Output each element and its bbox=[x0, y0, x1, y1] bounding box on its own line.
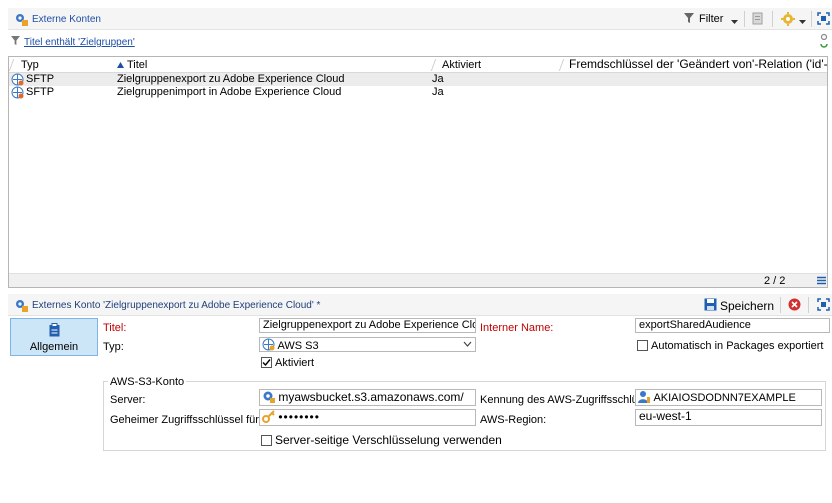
titel-input[interactable]: Zielgruppenexport zu Adobe Experience Cl… bbox=[259, 318, 476, 333]
aws-group-title: AWS-S3-Konto bbox=[108, 376, 187, 388]
toolbar-divider bbox=[772, 11, 773, 27]
sse-label: Server-seitige Verschlüsselung verwenden bbox=[275, 433, 502, 447]
refresh-icon[interactable] bbox=[819, 33, 829, 52]
row-title: Zielgruppenexport zu Adobe Experience Cl… bbox=[117, 73, 345, 85]
toolbar-divider bbox=[811, 11, 812, 27]
row-active: Ja bbox=[432, 86, 444, 98]
gear-icon[interactable] bbox=[780, 11, 796, 30]
column-grip[interactable] bbox=[430, 59, 437, 71]
filter-button[interactable]: Filter bbox=[699, 13, 723, 25]
region-label: AWS-Region: bbox=[480, 414, 547, 426]
general-icon bbox=[49, 323, 60, 340]
internal-name-label: Interner Name: bbox=[480, 322, 554, 334]
filter-caption[interactable]: Titel enthält 'Zielgruppen' bbox=[24, 37, 135, 48]
list-title[interactable]: Externe Konten bbox=[32, 14, 101, 25]
key-icon bbox=[262, 410, 275, 425]
secret-input[interactable]: •••••••• bbox=[259, 409, 476, 426]
filter-icon[interactable] bbox=[684, 12, 694, 27]
aws-id-value: AKIAIOSDODNN7EXAMPLE bbox=[653, 392, 796, 404]
export-icon[interactable] bbox=[752, 12, 764, 28]
sse-checkbox-row[interactable]: Server-seitige Verschlüsselung verwenden bbox=[261, 433, 502, 447]
table-row[interactable]: SFTP Zielgruppenimport in Adobe Experien… bbox=[9, 86, 827, 99]
table-row[interactable]: SFTP Zielgruppenexport zu Adobe Experien… bbox=[9, 73, 827, 86]
pager-count: 2 / 2 bbox=[764, 275, 786, 287]
detail-toolbar: Externes Konto 'Zielgruppenexport zu Ado… bbox=[8, 294, 832, 316]
sftp-icon bbox=[11, 86, 24, 102]
tab-allgemein[interactable]: Allgemein bbox=[10, 318, 98, 356]
typ-select[interactable]: AWS S3 bbox=[259, 337, 476, 352]
tab-label: Allgemein bbox=[29, 341, 79, 353]
row-type: SFTP bbox=[26, 86, 55, 98]
column-header-titel[interactable]: Titel bbox=[127, 59, 147, 71]
menu-icon[interactable] bbox=[817, 276, 826, 288]
external-account-icon bbox=[14, 298, 28, 315]
person-key-icon bbox=[638, 390, 651, 405]
region-input[interactable]: eu-west-1 bbox=[635, 409, 822, 426]
server-icon bbox=[262, 390, 275, 405]
column-header-typ[interactable]: Typ bbox=[21, 59, 39, 71]
auto-packages-checkbox-row[interactable]: Automatisch in Packages exportiert bbox=[637, 340, 823, 352]
typ-label: Typ: bbox=[103, 341, 124, 353]
active-label: Aktiviert bbox=[275, 357, 315, 369]
filter-icon bbox=[11, 35, 20, 49]
chevron-down-icon[interactable] bbox=[731, 16, 738, 28]
toolbar-divider bbox=[808, 297, 809, 313]
column-header-fremdschluessel[interactable]: Fremdschlüssel der 'Geändert von'-Relati… bbox=[569, 57, 828, 71]
aws-icon bbox=[262, 338, 275, 351]
auto-packages-checkbox[interactable] bbox=[637, 340, 648, 351]
accounts-list: Typ Titel Aktiviert Fremdschlüssel der '… bbox=[8, 56, 828, 288]
save-icon[interactable] bbox=[704, 298, 717, 314]
row-active: Ja bbox=[432, 73, 444, 85]
auto-packages-label: Automatisch in Packages exportiert bbox=[651, 340, 824, 352]
server-input[interactable]: myawsbucket.s3.amazonaws.com/ bbox=[259, 389, 476, 406]
titel-label: Titel: bbox=[103, 322, 127, 334]
chevron-down-icon[interactable] bbox=[463, 339, 472, 351]
sse-checkbox[interactable] bbox=[261, 435, 272, 446]
column-grip[interactable] bbox=[8, 59, 15, 71]
chevron-down-icon[interactable] bbox=[799, 16, 806, 28]
external-accounts-icon bbox=[14, 12, 28, 29]
active-checkbox-row[interactable]: Aktiviert bbox=[261, 357, 314, 369]
server-label: Server: bbox=[110, 394, 146, 406]
toolbar-divider bbox=[744, 11, 745, 27]
sort-ascending-icon[interactable] bbox=[117, 59, 124, 71]
column-grip[interactable] bbox=[558, 59, 565, 71]
list-header: Typ Titel Aktiviert Fremdschlüssel der '… bbox=[8, 57, 828, 73]
secret-value: •••••••• bbox=[278, 410, 320, 424]
toolbar-divider bbox=[780, 297, 781, 313]
typ-select-value: AWS S3 bbox=[277, 340, 319, 352]
list-toolbar: Externe Konten Filter bbox=[8, 8, 832, 30]
row-title: Zielgruppenimport in Adobe Experience Cl… bbox=[117, 86, 342, 98]
list-footer: 2 / 2 bbox=[9, 273, 827, 287]
maximize-icon[interactable] bbox=[817, 298, 830, 314]
aws-id-input[interactable]: AKIAIOSDODNN7EXAMPLE bbox=[635, 389, 822, 406]
delete-icon[interactable] bbox=[788, 298, 801, 314]
server-value: myawsbucket.s3.amazonaws.com/ bbox=[278, 390, 464, 404]
detail-title: Externes Konto 'Zielgruppenexport zu Ado… bbox=[32, 300, 321, 311]
active-checkbox[interactable] bbox=[261, 357, 272, 368]
maximize-icon[interactable] bbox=[817, 12, 830, 28]
internal-name-input[interactable]: exportSharedAudience bbox=[635, 318, 830, 333]
save-button[interactable]: Speichern bbox=[720, 299, 774, 313]
column-header-aktiviert[interactable]: Aktiviert bbox=[442, 59, 481, 71]
row-type: SFTP bbox=[26, 73, 55, 85]
